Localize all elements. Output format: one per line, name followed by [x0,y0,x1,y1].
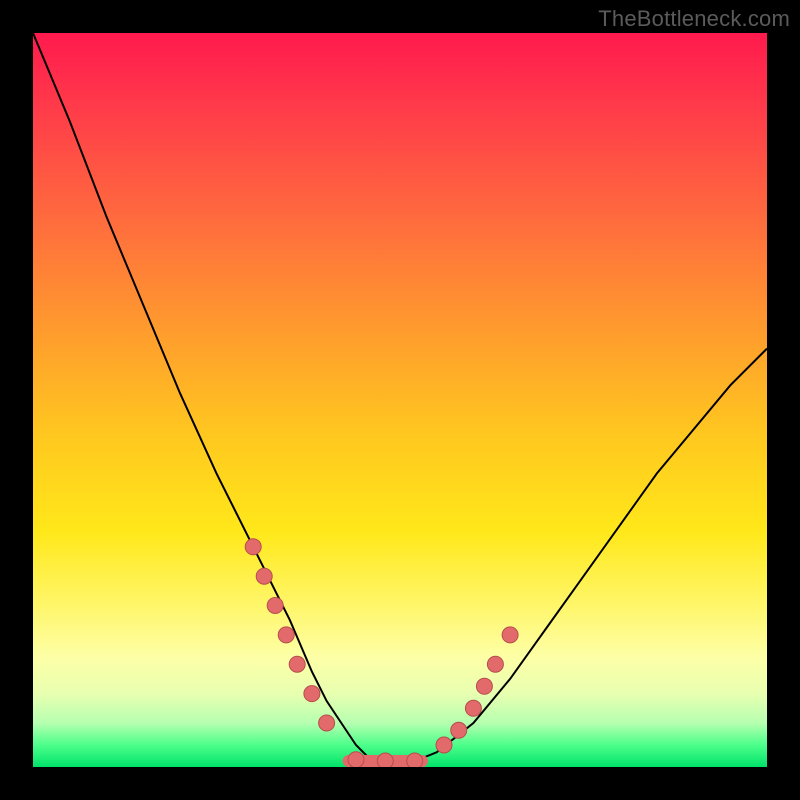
frame: TheBottleneck.com [0,0,800,800]
watermark-text: TheBottleneck.com [598,6,790,32]
gradient-background [33,33,767,767]
